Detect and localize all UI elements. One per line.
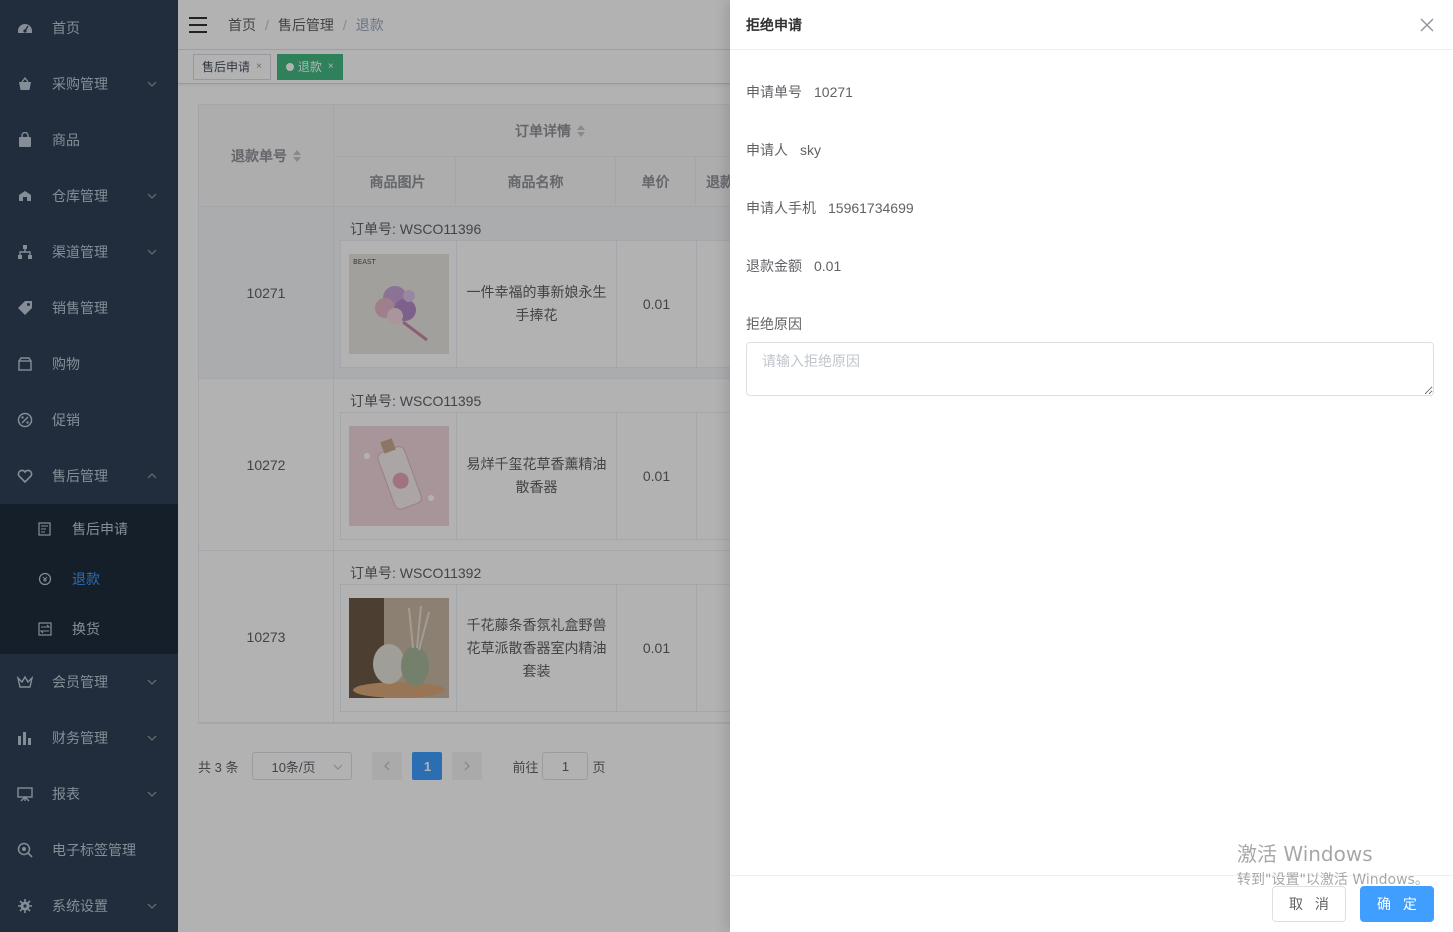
field-value: sky <box>800 141 821 158</box>
field-refund-amount: 退款金额 0.01 <box>746 249 1437 282</box>
cancel-button[interactable]: 取 消 <box>1272 886 1346 922</box>
field-value: 10271 <box>814 83 853 100</box>
reject-application-drawer: 拒绝申请 申请单号 10271 申请人 sky 申请人手机 1596173469… <box>730 0 1453 932</box>
reject-reason-label: 拒绝原因 <box>746 315 802 332</box>
close-icon[interactable] <box>1419 17 1435 33</box>
field-applicant: 申请人 sky <box>746 133 1437 166</box>
windows-activation-watermark: 激活 Windows 转到"设置"以激活 Windows。 <box>1237 838 1429 889</box>
watermark-line-1: 激活 Windows <box>1237 842 1373 866</box>
drawer-header: 拒绝申请 <box>730 0 1453 50</box>
reject-reason-textarea[interactable] <box>746 342 1434 396</box>
field-value: 15961734699 <box>828 199 914 216</box>
field-label: 申请单号 <box>746 83 802 100</box>
drawer-title: 拒绝申请 <box>746 16 802 33</box>
field-label: 退款金额 <box>746 257 802 274</box>
field-application-no: 申请单号 10271 <box>746 75 1437 108</box>
watermark-line-2: 转到"设置"以激活 Windows。 <box>1237 872 1429 888</box>
field-label: 申请人手机 <box>746 199 816 216</box>
field-value: 0.01 <box>814 257 842 274</box>
confirm-button[interactable]: 确 定 <box>1360 886 1434 922</box>
field-applicant-phone: 申请人手机 15961734699 <box>746 191 1437 224</box>
drawer-body: 申请单号 10271 申请人 sky 申请人手机 15961734699 退款金… <box>730 75 1453 396</box>
field-label: 申请人 <box>746 141 788 158</box>
